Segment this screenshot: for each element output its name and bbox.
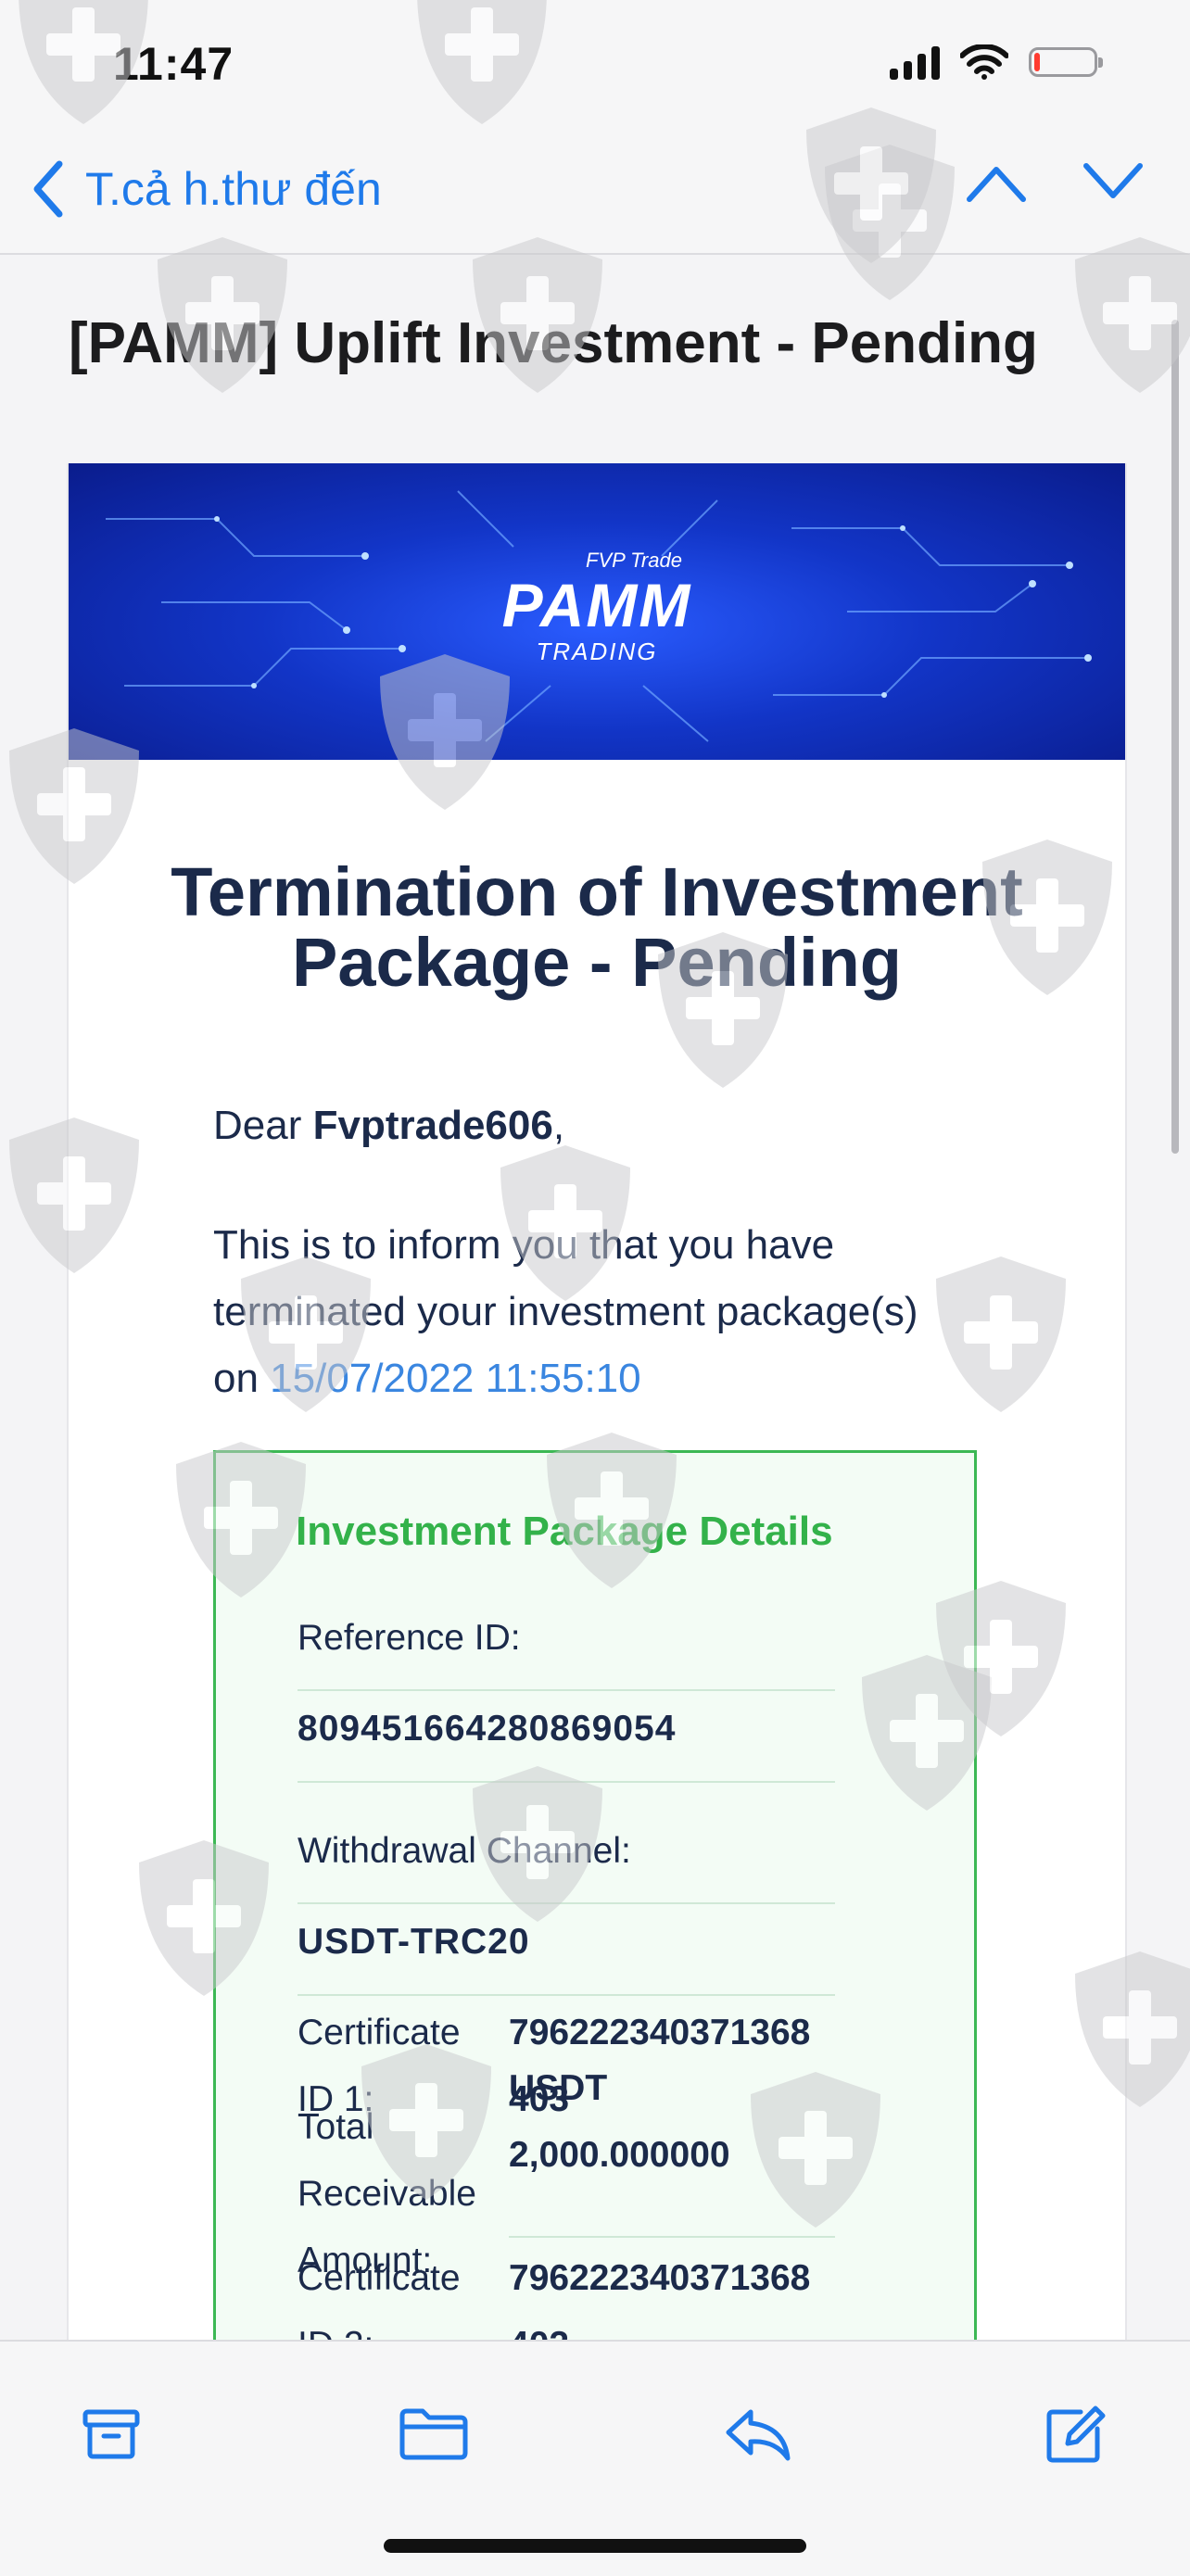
message-line-1: This is to inform you that you have	[213, 1222, 835, 1268]
cellular-signal-icon	[890, 44, 940, 80]
username: Fvptrade606	[312, 1103, 553, 1148]
home-indicator[interactable]	[384, 2539, 806, 2553]
back-to-inbox-button[interactable]: T.cả h.thư đến	[32, 160, 382, 218]
status-icons	[890, 44, 1103, 80]
previous-message-button[interactable]	[966, 162, 1027, 203]
back-label: T.cả h.thư đến	[85, 163, 382, 215]
value-text: USDT	[509, 2068, 608, 2108]
email-heading: Termination of Investment Package - Pend…	[69, 857, 1125, 998]
value-text: 2,000.000000	[509, 2135, 730, 2175]
email-subject: [PAMM] Uplift Investment - Pending	[69, 311, 1038, 375]
fvp-trade-label: FVP Trade	[586, 549, 682, 572]
label-text: Certificate	[298, 2013, 461, 2052]
divider	[509, 2236, 835, 2238]
greeting: Dear Fvptrade606,	[213, 1103, 564, 1149]
divider	[298, 1902, 835, 1904]
value-text: 402	[509, 2325, 569, 2340]
archive-icon	[82, 2409, 140, 2459]
pamm-logo: FVP Trade PAMM TRADING	[69, 549, 1125, 666]
pamm-wordmark: PAMM	[501, 571, 692, 639]
status-time: 11:47	[113, 38, 234, 90]
divider	[298, 1689, 835, 1691]
folder-icon	[399, 2408, 468, 2460]
heading-line-1: Termination of Investment	[171, 853, 1023, 930]
email-content[interactable]: [PAMM] Uplift Investment - Pending FVP T…	[0, 255, 1190, 2340]
reply-button[interactable]	[721, 2397, 795, 2471]
archive-button[interactable]	[74, 2397, 148, 2471]
withdrawal-channel-value: USDT-TRC20	[298, 1922, 530, 1962]
termination-date-link[interactable]: 15/07/2022 11:55:10	[270, 1356, 640, 1401]
value-text: 796222340371368	[509, 2013, 811, 2052]
investment-details-box: Investment Package Details Reference ID:…	[213, 1450, 977, 2340]
greeting-prefix: Dear	[213, 1103, 313, 1148]
scrollbar-thumb[interactable]	[1171, 320, 1179, 1154]
reference-id-value: 809451664280869054	[298, 1709, 677, 1749]
reference-id-label: Reference ID:	[298, 1618, 521, 1658]
message-line-3: on 15/07/2022 11:55:10	[213, 1345, 1010, 1412]
mail-toolbar	[0, 2340, 1190, 2576]
termination-message: This is to inform you that you have term…	[213, 1212, 1010, 1412]
message-on: on	[213, 1356, 271, 1401]
divider	[298, 1781, 835, 1783]
greeting-suffix: ,	[552, 1103, 565, 1148]
total-receivable-value: USDT 2,000.000000	[509, 2055, 730, 2189]
chevron-left-icon	[33, 160, 63, 218]
compose-icon	[1046, 2406, 1106, 2463]
details-title: Investment Package Details	[296, 1509, 833, 1554]
move-to-folder-button[interactable]	[397, 2397, 471, 2471]
heading-line-2: Package - Pending	[292, 924, 902, 1001]
certificate-2-value: 796222340371368 402	[509, 2245, 810, 2340]
label-text: ID 2:	[298, 2312, 461, 2340]
label-text: Receivable	[298, 2174, 476, 2214]
battery-icon	[1029, 47, 1103, 77]
next-message-button[interactable]	[1082, 162, 1144, 203]
withdrawal-channel-label: Withdrawal Channel:	[298, 1831, 631, 1871]
divider	[298, 1994, 835, 1996]
label-text: Certificate	[298, 2258, 461, 2298]
value-text: 796222340371368	[509, 2258, 811, 2298]
label-text: Total	[298, 2107, 374, 2147]
pamm-banner: FVP Trade PAMM TRADING	[69, 463, 1125, 760]
trading-label: TRADING	[536, 638, 658, 665]
message-line-2: terminated your investment package(s)	[213, 1289, 918, 1334]
reply-icon	[726, 2409, 791, 2461]
wifi-icon	[960, 44, 1008, 80]
email-body: FVP Trade PAMM TRADING Termination of In…	[67, 463, 1127, 2340]
certificate-2-label: Certificate ID 2:	[298, 2245, 461, 2340]
compose-button[interactable]	[1038, 2397, 1112, 2471]
status-bar: 11:47	[0, 0, 1190, 134]
mail-nav-bar: T.cả h.thư đến	[0, 134, 1190, 255]
